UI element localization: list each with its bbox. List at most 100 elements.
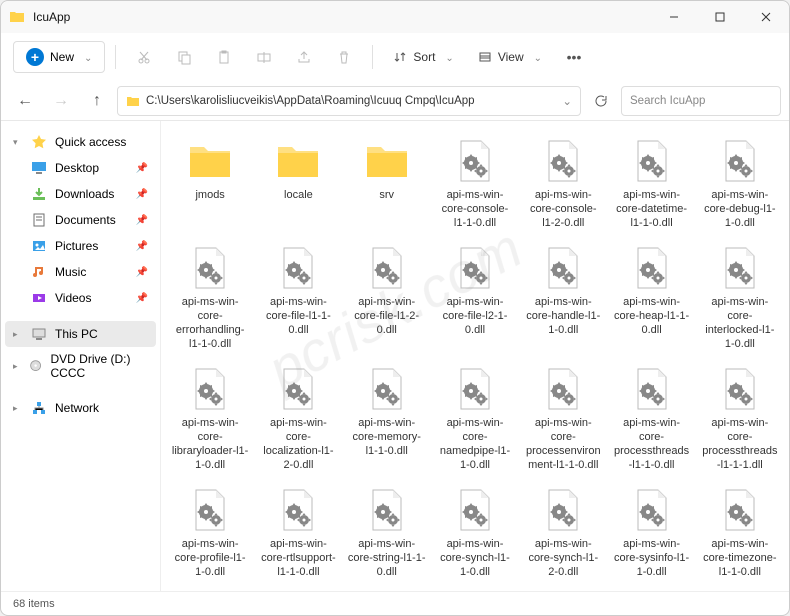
pin-icon: 📌 (136, 241, 148, 252)
sidebar-item-documents[interactable]: Documents 📌 (5, 207, 156, 233)
file-item[interactable]: api-ms-win-core-synch-l1-2-0.dll (522, 482, 604, 583)
pin-icon: 📌 (136, 215, 148, 226)
download-icon (31, 186, 47, 202)
paste-button[interactable] (206, 41, 242, 73)
pin-icon: 📌 (136, 189, 148, 200)
more-button[interactable]: ••• (556, 41, 592, 73)
file-item[interactable]: api-ms-win-core-console-l1-1-0.dll (434, 133, 516, 234)
file-name: api-ms-win-core-localization-l1-2-0.dll (259, 417, 337, 472)
sidebar-item-this-pc[interactable]: ▸This PC (5, 321, 156, 347)
sidebar-item-videos[interactable]: Videos📌 (5, 285, 156, 311)
status-bar: 68 items (1, 591, 789, 615)
dll-icon (628, 365, 676, 413)
cut-button[interactable] (126, 41, 162, 73)
content-area[interactable]: jmodslocalesrvapi-ms-win-core-console-l1… (161, 121, 789, 591)
file-item[interactable]: api-ms-win-core-sysinfo-l1-1-0.dll (610, 482, 692, 583)
sidebar-item-label: DVD Drive (D:) CCCC (50, 352, 148, 380)
view-button[interactable]: View (468, 44, 552, 70)
file-item[interactable]: api-ms-win-core-rtlsupport-l1-1-0.dll (257, 482, 339, 583)
share-button[interactable] (286, 41, 322, 73)
file-item[interactable]: api-ms-win-core-file-l2-1-0.dll (434, 240, 516, 355)
dll-icon (363, 365, 411, 413)
dvd-icon (29, 358, 42, 374)
file-item[interactable]: api-ms-win-core-heap-l1-1-0.dll (610, 240, 692, 355)
file-name: api-ms-win-core-rtlsupport-l1-1-0.dll (259, 538, 337, 579)
rename-button[interactable] (246, 41, 282, 73)
music-icon (31, 264, 47, 280)
file-name: api-ms-win-core-processenvironment-l1-1-… (524, 417, 602, 472)
file-item[interactable]: api-ms-win-core-datetime-l1-1-0.dll (610, 133, 692, 234)
file-item[interactable]: api-ms-win-core-namedpipe-l1-1-0.dll (434, 361, 516, 476)
file-item[interactable]: api-ms-win-core-console-l1-2-0.dll (522, 133, 604, 234)
sidebar-item-label: Documents (55, 213, 116, 227)
sidebar-item-music[interactable]: Music📌 (5, 259, 156, 285)
folder-item[interactable]: jmods (169, 133, 251, 234)
file-item[interactable]: api-ms-win-core-debug-l1-1-0.dll (699, 133, 781, 234)
file-name: api-ms-win-core-profile-l1-1-0.dll (171, 538, 249, 579)
minimize-button[interactable] (651, 1, 697, 33)
file-item[interactable]: api-ms-win-core-errorhandling-l1-1-0.dll (169, 240, 251, 355)
back-button[interactable]: ← (9, 85, 41, 117)
file-item[interactable]: api-ms-win-core-file-l1-2-0.dll (346, 240, 428, 355)
plus-icon: + (26, 48, 44, 66)
file-item[interactable]: api-ms-win-core-localization-l1-2-0.dll (257, 361, 339, 476)
file-item[interactable]: api-ms-win-core-string-l1-1-0.dll (346, 482, 428, 583)
dll-icon (274, 244, 322, 292)
folder-item[interactable]: srv (346, 133, 428, 234)
close-button[interactable] (743, 1, 789, 33)
sort-button[interactable]: Sort (383, 44, 463, 70)
file-item[interactable]: api-ms-win-core-handle-l1-1-0.dll (522, 240, 604, 355)
file-item[interactable]: api-ms-win-core-synch-l1-1-0.dll (434, 482, 516, 583)
separator (372, 45, 373, 69)
file-item[interactable]: api-ms-win-core-timezone-l1-1-0.dll (699, 482, 781, 583)
sidebar-item-label: Music (55, 265, 86, 279)
folder-icon (126, 94, 140, 108)
file-item[interactable]: api-ms-win-core-processthreads-l1-1-0.dl… (610, 361, 692, 476)
dll-icon (539, 137, 587, 185)
sidebar-item-dvd-drive-d-cccc[interactable]: ▸DVD Drive (D:) CCCC (5, 347, 156, 385)
file-item[interactable]: api-ms-win-core-memory-l1-1-0.dll (346, 361, 428, 476)
file-item[interactable]: api-ms-win-core-processenvironment-l1-1-… (522, 361, 604, 476)
sidebar-item-network[interactable]: ▸Network (5, 395, 156, 421)
folder-icon (186, 137, 234, 185)
file-name: api-ms-win-core-processthreads-l1-1-0.dl… (612, 417, 690, 472)
copy-button[interactable] (166, 41, 202, 73)
sidebar-item-pictures[interactable]: Pictures📌 (5, 233, 156, 259)
file-name: jmods (195, 189, 224, 203)
file-name: api-ms-win-core-sysinfo-l1-1-0.dll (612, 538, 690, 579)
dll-icon (186, 365, 234, 413)
pin-icon: 📌 (136, 163, 148, 174)
dll-icon (186, 244, 234, 292)
delete-button[interactable] (326, 41, 362, 73)
pic-icon (31, 238, 47, 254)
file-item[interactable]: api-ms-win-core-file-l1-1-0.dll (257, 240, 339, 355)
file-name: api-ms-win-core-errorhandling-l1-1-0.dll (171, 296, 249, 351)
toolbar: + New Sort View ••• (1, 33, 789, 81)
refresh-button[interactable] (585, 85, 617, 117)
file-item[interactable]: api-ms-win-core-libraryloader-l1-1-0.dll (169, 361, 251, 476)
pc-icon (31, 326, 47, 342)
chevron-down-icon[interactable]: ⌄ (562, 94, 572, 108)
dll-icon (628, 244, 676, 292)
search-input[interactable]: Search IcuApp (621, 86, 781, 116)
file-name: api-ms-win-core-file-l2-1-0.dll (436, 296, 514, 337)
up-button[interactable]: ↑ (81, 85, 113, 117)
file-name: api-ms-win-core-debug-l1-1-0.dll (701, 189, 779, 230)
sidebar-item-desktop[interactable]: Desktop📌 (5, 155, 156, 181)
file-name: api-ms-win-core-file-l1-2-0.dll (348, 296, 426, 337)
dll-icon (363, 486, 411, 534)
folder-item[interactable]: locale (257, 133, 339, 234)
new-button[interactable]: + New (13, 41, 105, 73)
maximize-button[interactable] (697, 1, 743, 33)
file-name: api-ms-win-core-heap-l1-1-0.dll (612, 296, 690, 337)
video-icon (31, 290, 47, 306)
file-item[interactable]: api-ms-win-core-interlocked-l1-1-0.dll (699, 240, 781, 355)
file-item[interactable]: api-ms-win-core-profile-l1-1-0.dll (169, 482, 251, 583)
sidebar-item-quick-access[interactable]: ▾Quick access (5, 129, 156, 155)
forward-button[interactable]: → (45, 85, 77, 117)
dll-icon (628, 486, 676, 534)
address-bar[interactable]: C:\Users\karolisliucveikis\AppData\Roami… (117, 86, 581, 116)
file-item[interactable]: api-ms-win-core-processthreads-l1-1-1.dl… (699, 361, 781, 476)
dll-icon (716, 486, 764, 534)
sidebar-item-downloads[interactable]: Downloads📌 (5, 181, 156, 207)
